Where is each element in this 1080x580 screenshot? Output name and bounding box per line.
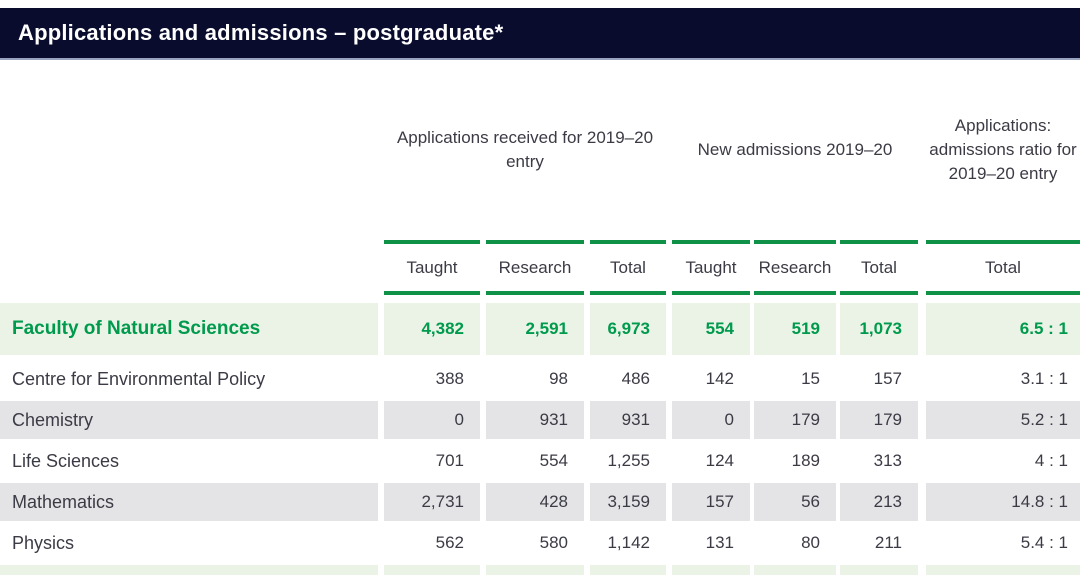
cell-admissions-total: 1,073 bbox=[840, 303, 918, 355]
column-header-applications-total: Total bbox=[590, 240, 666, 295]
table-row-life-sciences: Life Sciences 701 554 1,255 124 189 313 … bbox=[0, 442, 1080, 480]
row-label: Faculty of Natural Sciences bbox=[0, 303, 378, 355]
cell-applications-taught: 562 bbox=[384, 524, 480, 562]
cell-applications-total: 3,159 bbox=[590, 483, 666, 521]
column-header-applications-research: Research bbox=[486, 240, 584, 295]
cell-applications-research: 580 bbox=[486, 524, 584, 562]
cell-applications-total: 1,255 bbox=[590, 442, 666, 480]
table-row-mathematics: Mathematics 2,731 428 3,159 157 56 213 1… bbox=[0, 483, 1080, 521]
row-label: Life Sciences bbox=[0, 442, 378, 480]
row-label: Physics bbox=[0, 524, 378, 562]
cell-admissions-taught: 554 bbox=[672, 303, 750, 355]
row-label: Centre for Environmental Policy bbox=[0, 360, 378, 398]
cell-admissions-taught: 157 bbox=[672, 483, 750, 521]
table-row-physics: Physics 562 580 1,142 131 80 211 5.4 : 1 bbox=[0, 524, 1080, 562]
cell-applications-taught: 701 bbox=[384, 442, 480, 480]
cell-admissions-total: 211 bbox=[840, 524, 918, 562]
column-header-ratio-total: Total bbox=[926, 240, 1080, 295]
cell-admissions-total: 213 bbox=[840, 483, 918, 521]
cell-admissions-total: 313 bbox=[840, 442, 918, 480]
column-header-row: Taught Research Total Taught Research To… bbox=[0, 240, 1080, 295]
cell-admissions-taught: 124 bbox=[672, 442, 750, 480]
group-header-applications-received: Applications received for 2019–20 entry bbox=[384, 126, 666, 174]
cell-applications-total: 486 bbox=[590, 360, 666, 398]
cell-applications-total: 931 bbox=[590, 401, 666, 439]
group-header-new-admissions: New admissions 2019–20 bbox=[672, 138, 918, 162]
cell-admissions-research: 15 bbox=[754, 360, 836, 398]
cell-applications-taught: 4,382 bbox=[384, 303, 480, 355]
cell-ratio-total: 5.4 : 1 bbox=[926, 524, 1080, 562]
cell-applications-research: 428 bbox=[486, 483, 584, 521]
cell-applications-total: 6,973 bbox=[590, 303, 666, 355]
column-header-admissions-total: Total bbox=[840, 240, 918, 295]
cell-applications-research: 98 bbox=[486, 360, 584, 398]
column-header-admissions-taught: Taught bbox=[672, 240, 750, 295]
cell-ratio-total: 14.8 : 1 bbox=[926, 483, 1080, 521]
table-row-centre-for-environmental-policy: Centre for Environmental Policy 388 98 4… bbox=[0, 360, 1080, 398]
page-title: Applications and admissions – postgradua… bbox=[0, 20, 503, 46]
group-header-applications-admissions-ratio: Applications: admissions ratio for 2019–… bbox=[926, 114, 1080, 185]
cell-admissions-taught: 131 bbox=[672, 524, 750, 562]
column-header-applications-taught: Taught bbox=[384, 240, 480, 295]
cell-admissions-research: 80 bbox=[754, 524, 836, 562]
cell-applications-research: 931 bbox=[486, 401, 584, 439]
cell-ratio-total: 6.5 : 1 bbox=[926, 303, 1080, 355]
column-header-admissions-research: Research bbox=[754, 240, 836, 295]
cell-applications-research: 2,591 bbox=[486, 303, 584, 355]
table-row-faculty-of-natural-sciences: Faculty of Natural Sciences 4,382 2,591 … bbox=[0, 303, 1080, 355]
cell-ratio-total: 3.1 : 1 bbox=[926, 360, 1080, 398]
cell-applications-taught: 388 bbox=[384, 360, 480, 398]
row-label: Mathematics bbox=[0, 483, 378, 521]
cell-admissions-total: 179 bbox=[840, 401, 918, 439]
cell-applications-taught: 0 bbox=[384, 401, 480, 439]
cell-ratio-total: 4 : 1 bbox=[926, 442, 1080, 480]
cell-applications-taught: 2,731 bbox=[384, 483, 480, 521]
cell-applications-research: 554 bbox=[486, 442, 584, 480]
cell-ratio-total: 5.2 : 1 bbox=[926, 401, 1080, 439]
cell-admissions-taught: 142 bbox=[672, 360, 750, 398]
cell-admissions-research: 179 bbox=[754, 401, 836, 439]
cell-admissions-taught: 0 bbox=[672, 401, 750, 439]
cell-admissions-research: 56 bbox=[754, 483, 836, 521]
next-row-cutoff-strip bbox=[0, 565, 1080, 575]
column-group-header-row: Applications received for 2019–20 entry … bbox=[0, 60, 1080, 240]
row-label: Chemistry bbox=[0, 401, 378, 439]
cell-applications-total: 1,142 bbox=[590, 524, 666, 562]
table-row-chemistry: Chemistry 0 931 931 0 179 179 5.2 : 1 bbox=[0, 401, 1080, 439]
cell-admissions-research: 189 bbox=[754, 442, 836, 480]
cell-admissions-research: 519 bbox=[754, 303, 836, 355]
title-bar: Applications and admissions – postgradua… bbox=[0, 8, 1080, 60]
cell-admissions-total: 157 bbox=[840, 360, 918, 398]
